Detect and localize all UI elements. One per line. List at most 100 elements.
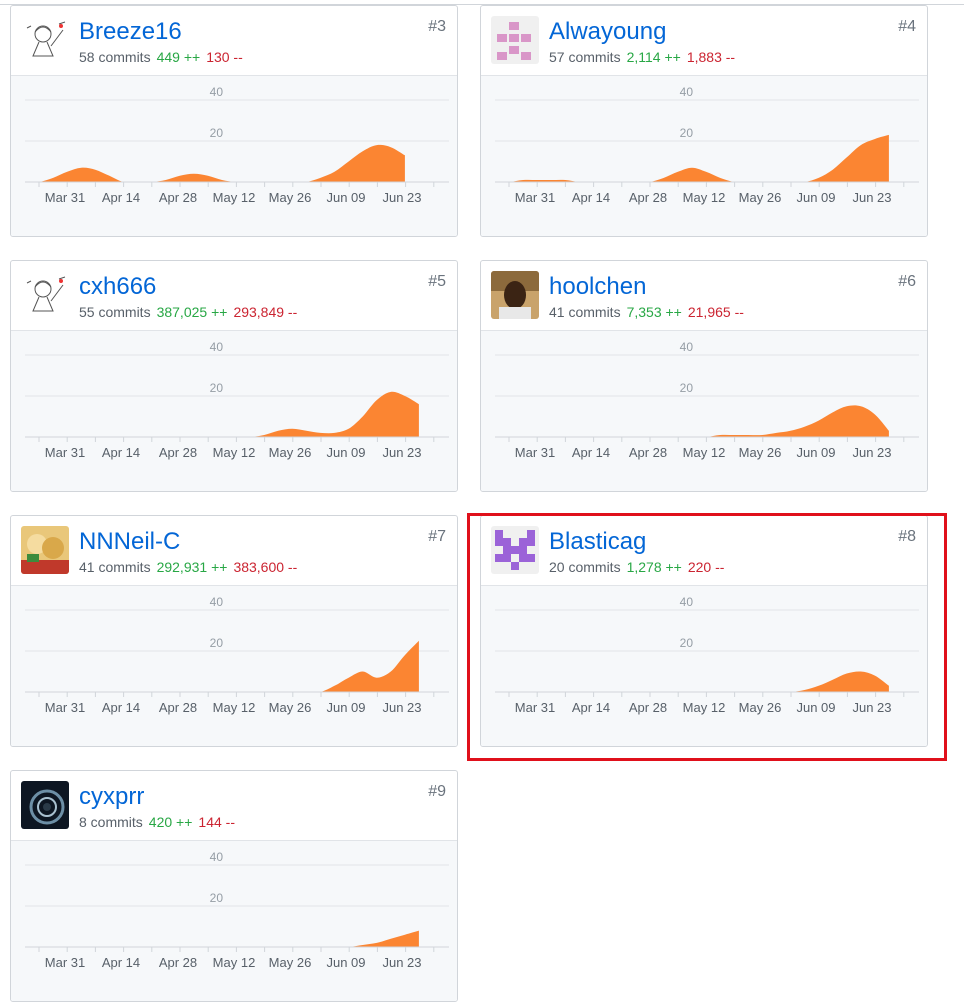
contributor-rank: #8 bbox=[898, 528, 916, 545]
commits-count-link[interactable]: 55 commits bbox=[79, 304, 151, 320]
x-tick-label: May 26 bbox=[739, 700, 782, 715]
x-tick-label: Apr 14 bbox=[572, 445, 610, 460]
contributor-card-blasticag: Blasticag 20 commits 1,278 ++ 220 -- #8 40 20 M… bbox=[480, 515, 928, 747]
contributor-rank: #9 bbox=[428, 783, 446, 800]
contributor-card-cyxprr: cyxprr 8 commits 420 ++ 144 -- #9 40 20 Mar 31 A… bbox=[10, 770, 458, 1002]
x-tick-label: Mar 31 bbox=[45, 955, 85, 970]
x-tick-label: Apr 14 bbox=[572, 190, 610, 205]
x-tick-label: Apr 14 bbox=[102, 700, 140, 715]
deletions-count: 144 -- bbox=[198, 814, 235, 830]
contributor-stats: 55 commits 387,025 ++ 293,849 -- bbox=[79, 303, 297, 321]
contributor-header: Breeze16 58 commits 449 ++ 130 -- #3 bbox=[11, 6, 457, 76]
x-tick-label: May 26 bbox=[269, 955, 312, 970]
contributor-chart-area: 40 20 Mar 31 Apr 14 Apr 28 May 12 May 26 Jun 09… bbox=[481, 76, 927, 236]
x-tick-label: May 26 bbox=[269, 190, 312, 205]
y-tick-label: 20 bbox=[210, 636, 224, 650]
contributor-login-link[interactable]: cxh666 bbox=[79, 272, 156, 302]
commit-area-series bbox=[25, 391, 419, 437]
x-tick-label: May 12 bbox=[213, 190, 256, 205]
y-tick-label: 40 bbox=[680, 85, 694, 99]
deletions-count: 21,965 -- bbox=[687, 304, 744, 320]
x-tick-label: Apr 28 bbox=[629, 445, 667, 460]
y-tick-label: 20 bbox=[210, 891, 224, 905]
commit-area-series bbox=[495, 134, 889, 182]
contributor-login-link[interactable]: Blasticag bbox=[549, 527, 646, 557]
contributor-chart: 40 20 Mar 31 Apr 14 Apr 28 May 12 May 26 Jun 09… bbox=[25, 340, 449, 460]
x-tick-label: Mar 31 bbox=[515, 700, 555, 715]
x-tick-label: Jun 09 bbox=[326, 190, 365, 205]
contributor-rank: #4 bbox=[898, 18, 916, 35]
additions-count: 7,353 ++ bbox=[626, 304, 682, 320]
contributor-stats: 41 commits 7,353 ++ 21,965 -- bbox=[549, 303, 744, 321]
commits-count-link[interactable]: 41 commits bbox=[549, 304, 621, 320]
contributor-stats: 20 commits 1,278 ++ 220 -- bbox=[549, 558, 724, 576]
contributor-chart: 40 20 Mar 31 Apr 14 Apr 28 May 12 May 26 Jun 09… bbox=[495, 340, 919, 460]
commits-count-link[interactable]: 41 commits bbox=[79, 559, 151, 575]
contributor-chart: 40 20 Mar 31 Apr 14 Apr 28 May 12 May 26 Jun 09… bbox=[495, 85, 919, 205]
x-tick-label: May 12 bbox=[213, 700, 256, 715]
x-tick-label: Mar 31 bbox=[45, 190, 85, 205]
y-tick-label: 20 bbox=[680, 381, 694, 395]
x-tick-label: Jun 09 bbox=[796, 700, 835, 715]
additions-count: 292,931 ++ bbox=[156, 559, 228, 575]
avatar-image bbox=[21, 16, 69, 64]
contributor-chart: 40 20 Mar 31 Apr 14 Apr 28 May 12 May 26 Jun 09… bbox=[25, 850, 449, 970]
avatar[interactable] bbox=[491, 271, 539, 319]
x-tick-label: Jun 23 bbox=[382, 955, 421, 970]
avatar[interactable] bbox=[21, 526, 69, 574]
contributor-stats: 58 commits 449 ++ 130 -- bbox=[79, 48, 243, 66]
contributor-chart: 40 20 Mar 31 Apr 14 Apr 28 May 12 May 26 Jun 09… bbox=[25, 85, 449, 205]
y-tick-label: 40 bbox=[680, 340, 694, 354]
y-tick-label: 40 bbox=[210, 85, 224, 99]
y-tick-label: 40 bbox=[680, 595, 694, 609]
x-tick-label: Jun 09 bbox=[326, 445, 365, 460]
y-tick-label: 40 bbox=[210, 850, 224, 864]
commit-area-series bbox=[25, 144, 405, 182]
contributor-login-link[interactable]: NNNeil-C bbox=[79, 527, 180, 557]
contributor-login-link[interactable]: hoolchen bbox=[549, 272, 646, 302]
contributor-chart-area: 40 20 Mar 31 Apr 14 Apr 28 May 12 May 26 Jun 09… bbox=[481, 331, 927, 491]
x-tick-label: Apr 14 bbox=[102, 955, 140, 970]
contributor-chart: 40 20 Mar 31 Apr 14 Apr 28 May 12 May 26 Jun 09… bbox=[495, 595, 919, 715]
avatar[interactable] bbox=[21, 16, 69, 64]
x-tick-label: Apr 28 bbox=[629, 700, 667, 715]
contributor-header: cxh666 55 commits 387,025 ++ 293,849 -- #5 bbox=[11, 261, 457, 331]
commit-area-series bbox=[25, 930, 419, 947]
commits-count-link[interactable]: 8 commits bbox=[79, 814, 143, 830]
avatar[interactable] bbox=[491, 16, 539, 64]
commits-count-link[interactable]: 20 commits bbox=[549, 559, 621, 575]
x-tick-label: Mar 31 bbox=[515, 445, 555, 460]
avatar-image bbox=[21, 526, 69, 574]
avatar[interactable] bbox=[491, 526, 539, 574]
contributor-login-link[interactable]: Breeze16 bbox=[79, 17, 182, 47]
x-tick-label: Jun 09 bbox=[796, 445, 835, 460]
contributor-card-hoolchen: hoolchen 41 commits 7,353 ++ 21,965 -- #6 40 2… bbox=[480, 260, 928, 492]
x-tick-label: May 12 bbox=[213, 445, 256, 460]
x-tick-label: Jun 09 bbox=[326, 955, 365, 970]
contributor-login-link[interactable]: cyxprr bbox=[79, 782, 144, 812]
contributor-chart-area: 40 20 Mar 31 Apr 14 Apr 28 May 12 May 26 Jun 09… bbox=[11, 331, 457, 491]
avatar-image bbox=[21, 271, 69, 319]
contributor-header: Alwayoung 57 commits 2,114 ++ 1,883 -- #4 bbox=[481, 6, 927, 76]
contributor-rank: #3 bbox=[428, 18, 446, 35]
x-tick-label: Jun 23 bbox=[382, 445, 421, 460]
commits-count-link[interactable]: 58 commits bbox=[79, 49, 151, 65]
x-tick-label: May 26 bbox=[739, 445, 782, 460]
commits-count-link[interactable]: 57 commits bbox=[549, 49, 621, 65]
avatar[interactable] bbox=[21, 781, 69, 829]
x-tick-label: Mar 31 bbox=[45, 445, 85, 460]
x-tick-label: May 12 bbox=[683, 445, 726, 460]
avatar[interactable] bbox=[21, 271, 69, 319]
contributor-login-link[interactable]: Alwayoung bbox=[549, 17, 666, 47]
contributor-card-cxh666: cxh666 55 commits 387,025 ++ 293,849 -- #5 40… bbox=[10, 260, 458, 492]
x-tick-label: Jun 23 bbox=[382, 700, 421, 715]
x-tick-label: Apr 14 bbox=[102, 190, 140, 205]
contributor-chart-area: 40 20 Mar 31 Apr 14 Apr 28 May 12 May 26 Jun 09… bbox=[11, 841, 457, 1001]
contributor-chart-area: 40 20 Mar 31 Apr 14 Apr 28 May 12 May 26 Jun 09… bbox=[11, 586, 457, 746]
x-tick-label: Jun 23 bbox=[852, 190, 891, 205]
x-tick-label: May 12 bbox=[683, 700, 726, 715]
x-tick-label: Apr 28 bbox=[159, 955, 197, 970]
x-tick-label: May 26 bbox=[269, 445, 312, 460]
x-tick-label: Apr 14 bbox=[572, 700, 610, 715]
deletions-count: 130 -- bbox=[206, 49, 243, 65]
